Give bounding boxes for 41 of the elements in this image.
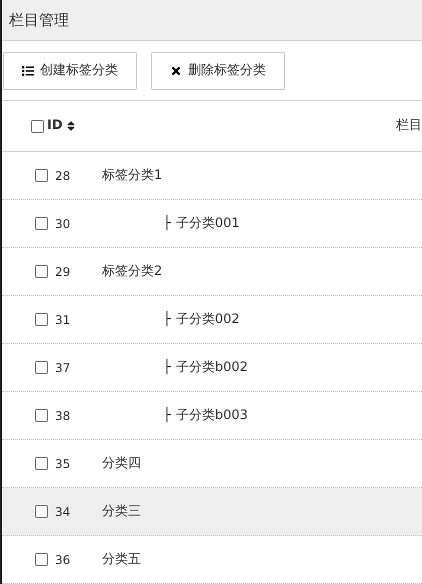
checkbox[interactable] (35, 409, 48, 422)
delete-button[interactable]: 删除标签分类 (151, 52, 285, 90)
category-name: 标签分类2 (102, 262, 162, 281)
category-name: 子分类b003 (176, 406, 248, 425)
tree-branch-text: ├ (163, 214, 171, 233)
category-name: 分类五 (102, 550, 141, 569)
checkbox[interactable] (35, 313, 48, 326)
id-text: 29 (55, 264, 70, 280)
checkbox[interactable] (35, 553, 48, 566)
category-name: 子分类b002 (176, 358, 248, 377)
sort-icon (64, 120, 77, 132)
category-name: 子分类001 (176, 214, 240, 233)
category-name: 分类四 (102, 454, 141, 473)
id-text: 28 (55, 168, 70, 184)
tree-branch-text: ├ (163, 310, 171, 329)
id-text: 35 (55, 456, 70, 472)
id-text: 31 (55, 312, 70, 328)
id-column-header[interactable]: ID (47, 116, 63, 136)
list-icon (22, 65, 34, 77)
id-text: 36 (55, 552, 70, 568)
id-text: 30 (55, 216, 70, 232)
tree-branch-text: ├ (163, 406, 171, 425)
category-name: 标签分类1 (102, 166, 162, 185)
column-header: 栏目 (396, 117, 422, 136)
table-row[interactable]: 34 分类三 (2, 488, 422, 536)
category-name: 子分类002 (176, 310, 240, 329)
category-name: 分类三 (102, 502, 141, 521)
checkbox[interactable] (35, 217, 48, 230)
create-button[interactable]: 创建标签分类 (3, 52, 137, 90)
checkbox[interactable] (35, 169, 48, 182)
checkbox[interactable] (35, 361, 48, 374)
close-icon (170, 65, 182, 77)
checkbox[interactable] (35, 505, 48, 518)
checkbox[interactable] (35, 457, 48, 470)
checkbox[interactable] (35, 265, 48, 278)
id-text: 34 (55, 504, 70, 520)
panel-title: 栏目管理 (9, 10, 69, 31)
tree-branch-text: ├ (163, 358, 171, 377)
id-text: 37 (55, 360, 70, 376)
id-text: 38 (55, 408, 70, 424)
checkbox[interactable] (31, 120, 44, 132)
